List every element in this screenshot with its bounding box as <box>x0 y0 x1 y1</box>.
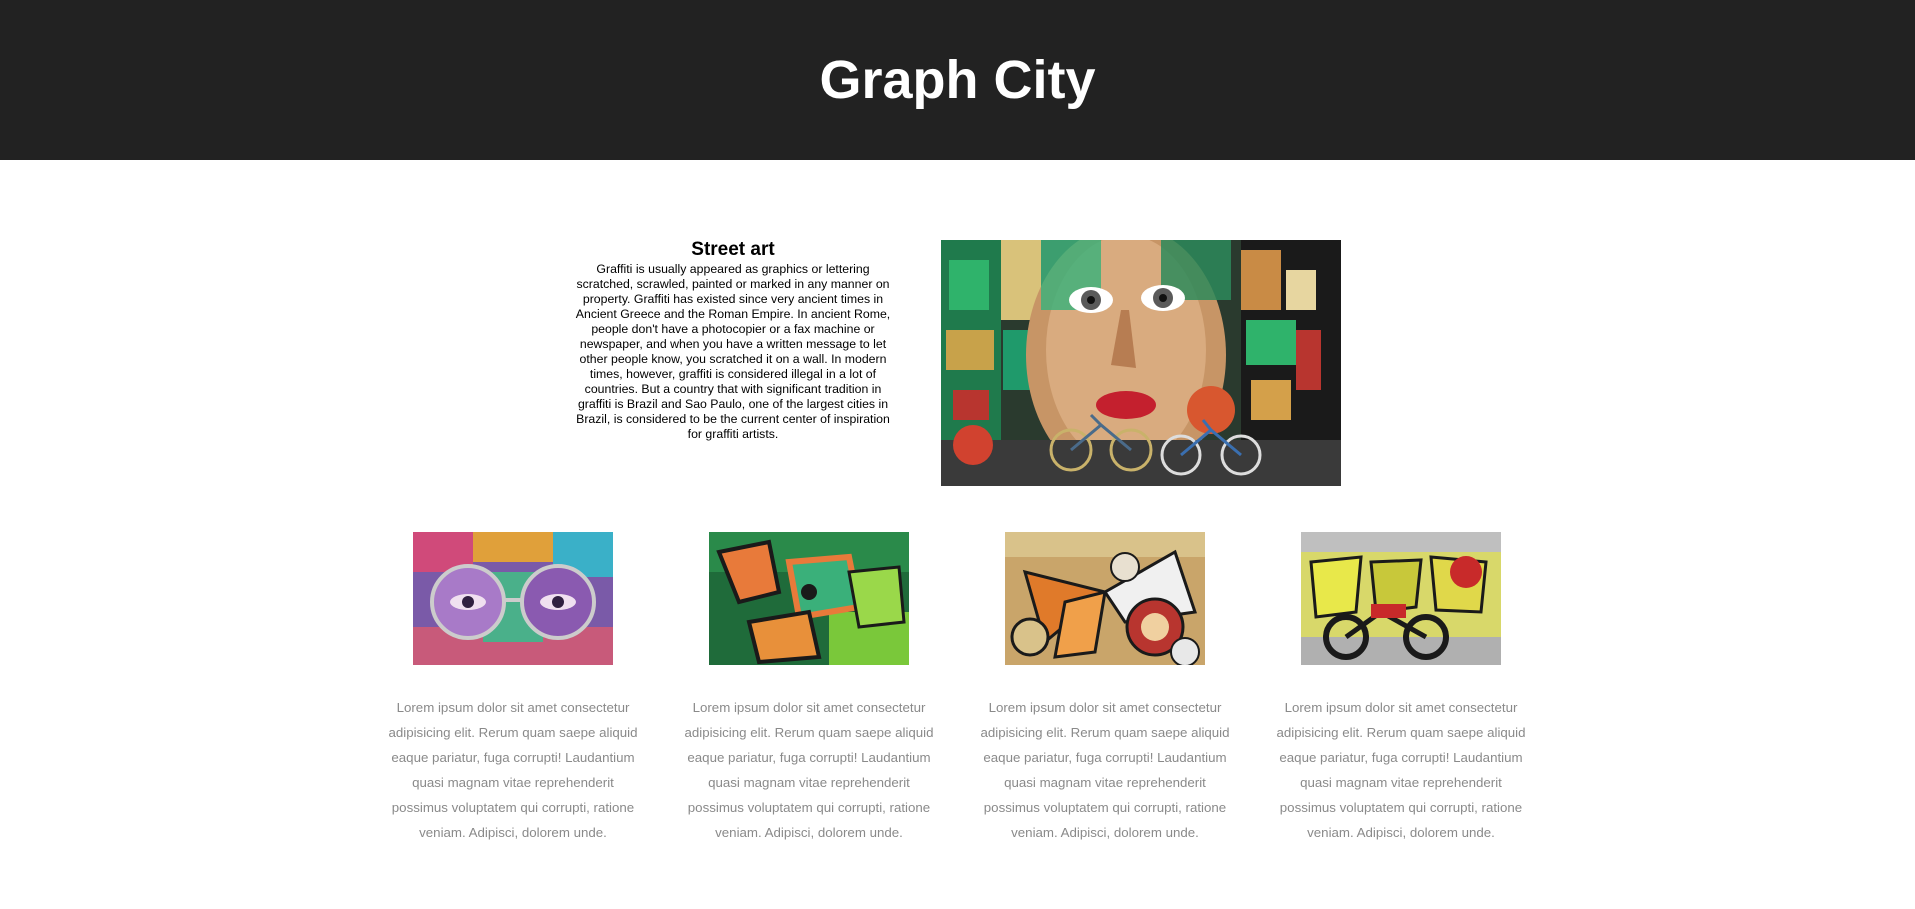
gallery-card-2: Lorem ipsum dolor sit amet consectetur a… <box>679 532 939 845</box>
gallery-card-4: Lorem ipsum dolor sit amet consectetur a… <box>1271 532 1531 845</box>
intro-section: Street art Graffiti is usually appeared … <box>574 238 892 442</box>
site-header: Graph City <box>0 0 1915 160</box>
card-description: Lorem ipsum dolor sit amet consectetur a… <box>684 700 934 840</box>
card-description: Lorem ipsum dolor sit amet consectetur a… <box>980 700 1230 840</box>
green-graffiti-image <box>709 532 909 665</box>
glasses-mural-image <box>413 532 613 665</box>
hero-mural-image <box>941 240 1341 486</box>
intro-paragraph: Graffiti is usually appeared as graphics… <box>575 262 891 441</box>
card-description: Lorem ipsum dolor sit amet consectetur a… <box>388 700 638 840</box>
card-description: Lorem ipsum dolor sit amet consectetur a… <box>1276 700 1526 840</box>
gallery-card-3: Lorem ipsum dolor sit amet consectetur a… <box>975 532 1235 845</box>
butterfly-graffiti-image <box>1005 532 1205 665</box>
hero-mural-graphic <box>941 240 1341 486</box>
motorcycle-graffiti-image <box>1301 532 1501 665</box>
site-title: Graph City <box>819 50 1096 110</box>
gallery-card-1: Lorem ipsum dolor sit amet consectetur a… <box>383 532 643 845</box>
intro-heading: Street art <box>691 239 775 260</box>
